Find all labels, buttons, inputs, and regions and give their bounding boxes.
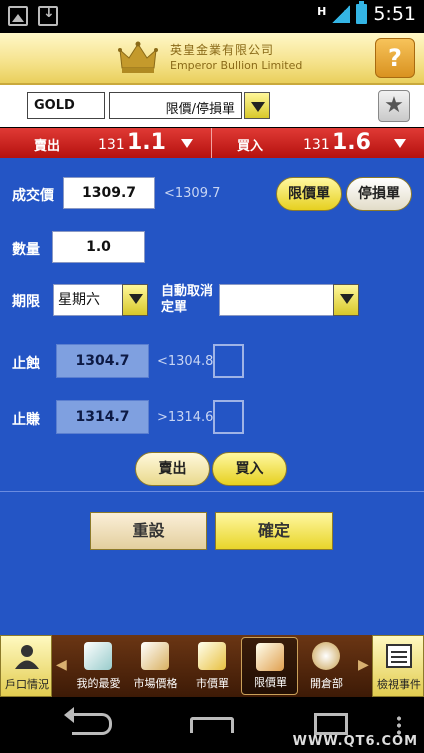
nav-view-events[interactable]: 檢視事件	[372, 635, 424, 697]
sell-price-label: 賣出	[34, 139, 61, 154]
form-divider	[0, 491, 424, 492]
buy-button[interactable]: 買入	[212, 452, 287, 486]
take-profit-hint: >1314.6	[157, 410, 214, 425]
nav-account-status[interactable]: 戶口情況	[0, 635, 52, 697]
signal-icon	[332, 5, 351, 23]
sell-button[interactable]: 賣出	[135, 452, 210, 486]
photo-notification-icon	[8, 6, 28, 26]
sell-price-prefix: 131	[98, 137, 125, 153]
auto-cancel-select[interactable]	[219, 284, 334, 316]
help-button[interactable]: ?	[375, 38, 415, 78]
network-type: H	[317, 4, 327, 18]
sell-price-main: 1.1	[127, 130, 166, 155]
bottom-navigation: 戶口情況 ◀ 我的最愛 市場價格 市價單 限價單 開倉部 ▶ 檢視事件	[0, 635, 424, 697]
favorites-icon	[84, 642, 112, 670]
buy-price-prefix: 131	[303, 137, 330, 153]
term-label: 期限	[12, 294, 40, 310]
market-price-icon	[141, 642, 169, 670]
product-code-field[interactable]: GOLD	[27, 92, 105, 119]
price-bar: 賣出 131 1.1 買入 131 1.6	[0, 128, 424, 158]
market-order-icon	[198, 642, 226, 670]
order-type-select[interactable]: 限價/停損單	[109, 92, 242, 119]
confirm-button[interactable]: 確定	[215, 512, 333, 550]
nav-scroll-right-icon[interactable]: ▶	[358, 657, 369, 673]
term-select[interactable]: 星期六	[53, 284, 123, 316]
view-events-list-icon	[386, 644, 412, 668]
sell-chevron-down-icon	[181, 139, 193, 148]
price-hint: <1309.7	[164, 186, 221, 201]
back-icon[interactable]	[64, 707, 112, 735]
price-label: 成交價	[12, 188, 54, 204]
limit-order-button[interactable]: 限價單	[276, 177, 342, 211]
auto-cancel-label-line2: 定單	[161, 300, 188, 315]
buy-price-label: 買入	[237, 139, 264, 154]
stop-loss-hint: <1304.8	[157, 354, 214, 369]
nav-view-events-label: 檢視事件	[377, 678, 421, 691]
nav-limit-order-label: 限價單	[254, 676, 287, 689]
watermark: WWW.QT6.COM	[292, 734, 418, 749]
nav-open-position[interactable]: 開倉部	[298, 637, 355, 695]
nav-favorites-label: 我的最愛	[76, 677, 121, 690]
order-type-dropdown-icon[interactable]	[244, 92, 270, 119]
recent-apps-icon[interactable]	[314, 713, 348, 735]
price-input[interactable]: 1309.7	[63, 177, 155, 209]
quantity-label: 數量	[12, 242, 40, 258]
sell-price-quote[interactable]: 賣出 131 1.1	[0, 128, 212, 158]
buy-chevron-down-icon	[394, 139, 406, 148]
term-dropdown-icon[interactable]	[122, 284, 148, 316]
stop-loss-checkbox[interactable]	[213, 344, 244, 378]
auto-cancel-label: 自動取消 定單	[161, 284, 213, 316]
nav-limit-order[interactable]: 限價單	[241, 637, 298, 695]
system-navigation-bar: WWW.QT6.COM	[0, 697, 424, 753]
nav-items: 我的最愛 市場價格 市價單 限價單 開倉部	[70, 637, 355, 695]
nav-favorites[interactable]: 我的最愛	[70, 637, 127, 695]
nav-scroll-left-icon[interactable]: ◀	[56, 657, 67, 673]
nav-market-price-label: 市場價格	[133, 677, 178, 690]
battery-icon	[356, 1, 368, 24]
nav-open-position-label: 開倉部	[310, 677, 343, 690]
home-icon[interactable]	[190, 717, 234, 733]
stop-order-button[interactable]: 停損單	[346, 177, 412, 211]
status-bar: H 5:51	[0, 0, 424, 33]
nav-account-status-label: 戶口情況	[5, 678, 49, 691]
nav-market-price[interactable]: 市場價格	[127, 637, 184, 695]
limit-order-icon	[256, 643, 284, 671]
reset-button[interactable]: 重設	[90, 512, 207, 550]
overflow-menu-icon[interactable]	[397, 715, 401, 735]
clock: 5:51	[373, 3, 416, 25]
brand-name-english: Emperor Bullion Limited	[170, 59, 303, 72]
take-profit-checkbox[interactable]	[213, 400, 244, 434]
buy-price-quote[interactable]: 買入 131 1.6	[212, 128, 424, 158]
stop-loss-label: 止蝕	[12, 356, 40, 372]
auto-cancel-label-line1: 自動取消	[161, 284, 214, 299]
order-form: 成交價 1309.7 <1309.7 限價單 停損單 數量 1.0 期限 星期六…	[0, 158, 424, 635]
download-notification-icon	[38, 5, 58, 26]
nav-market-order-label: 市價單	[196, 677, 229, 690]
stop-loss-input[interactable]: 1304.7	[56, 344, 149, 378]
nav-market-order[interactable]: 市價單	[184, 637, 241, 695]
take-profit-input[interactable]: 1314.7	[56, 400, 149, 434]
auto-cancel-dropdown-icon[interactable]	[333, 284, 359, 316]
account-person-icon	[15, 645, 39, 669]
quantity-input[interactable]: 1.0	[52, 231, 145, 263]
open-position-icon	[312, 642, 340, 670]
app-header: 英皇金業有限公司 Emperor Bullion Limited ?	[0, 33, 424, 85]
add-favorite-star-icon[interactable]: ★	[378, 90, 410, 122]
product-selector-row: GOLD 限價/停損單 ★	[0, 85, 424, 127]
brand-name-chinese: 英皇金業有限公司	[170, 43, 275, 57]
take-profit-label: 止賺	[12, 412, 40, 428]
buy-price-main: 1.6	[332, 130, 371, 155]
crown-logo-icon	[118, 41, 158, 73]
